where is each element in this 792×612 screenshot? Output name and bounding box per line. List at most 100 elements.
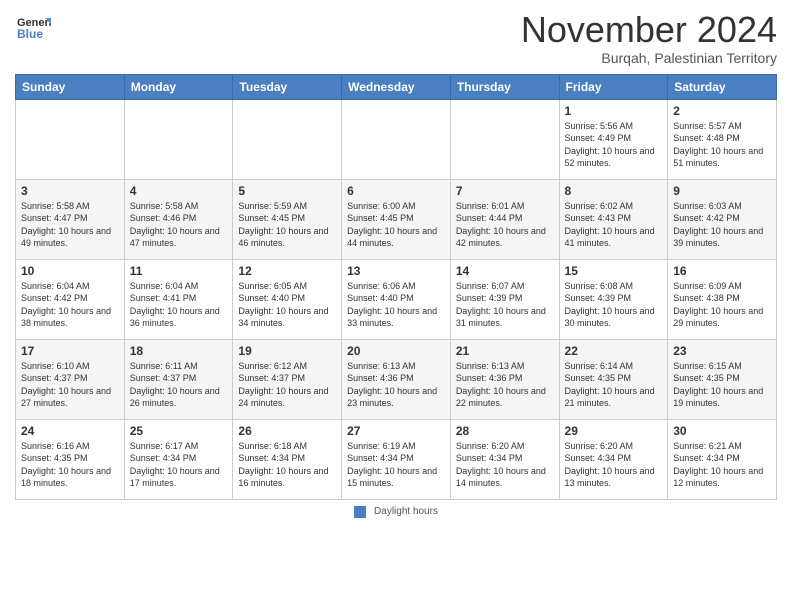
calendar-day-cell: 30Sunrise: 6:21 AM Sunset: 4:34 PM Dayli… (668, 419, 777, 499)
logo-svg: General Blue (15, 10, 51, 46)
day-number: 30 (673, 424, 771, 438)
day-info: Sunrise: 6:03 AM Sunset: 4:42 PM Dayligh… (673, 200, 771, 250)
calendar-day-cell: 1 Sunrise: 5:56 AM Sunset: 4:49 PM Daylig… (559, 99, 668, 179)
day-number: 20 (347, 344, 445, 358)
day-info: Sunrise: 6:14 AM Sunset: 4:35 PM Dayligh… (565, 360, 663, 410)
day-number: 7 (456, 184, 554, 198)
calendar-day-cell: 15 Sunrise: 6:08 AM Sunset: 4:39 PM Dayli… (559, 259, 668, 339)
calendar-week-row: 3Sunrise: 5:58 AM Sunset: 4:47 PM Daylig… (16, 179, 777, 259)
day-info: Sunrise: 6:17 AM Sunset: 4:34 PM Dayligh… (130, 440, 228, 490)
header: General Blue November 2024 Burqah, Pales… (15, 10, 777, 66)
page-container: General Blue November 2024 Burqah, Pales… (0, 0, 792, 528)
day-number: 15 (565, 264, 663, 278)
weekday-header-cell: Sunday (16, 74, 125, 99)
day-number: 5 (238, 184, 336, 198)
calendar-day-cell: 18 Sunrise: 6:11 AM Sunset: 4:37 PM Dayli… (124, 339, 233, 419)
day-info: Sunrise: 6:13 AM Sunset: 4:36 PM Dayligh… (347, 360, 445, 410)
calendar-day-cell: 27Sunrise: 6:19 AM Sunset: 4:34 PM Dayli… (342, 419, 451, 499)
day-number: 9 (673, 184, 771, 198)
weekday-header-cell: Wednesday (342, 74, 451, 99)
calendar-day-cell: 9 Sunrise: 6:03 AM Sunset: 4:42 PM Daylig… (668, 179, 777, 259)
calendar-day-cell: 20 Sunrise: 6:13 AM Sunset: 4:36 PM Dayli… (342, 339, 451, 419)
weekday-header-cell: Monday (124, 74, 233, 99)
calendar-day-cell (450, 99, 559, 179)
legend-label: Daylight hours (374, 506, 438, 517)
day-info: Sunrise: 5:59 AM Sunset: 4:45 PM Dayligh… (238, 200, 336, 250)
day-info: Sunrise: 6:00 AM Sunset: 4:45 PM Dayligh… (347, 200, 445, 250)
day-info: Sunrise: 6:10 AM Sunset: 4:37 PM Dayligh… (21, 360, 119, 410)
day-number: 29 (565, 424, 663, 438)
day-number: 12 (238, 264, 336, 278)
footer: Daylight hours (15, 506, 777, 518)
logo: General Blue (15, 10, 51, 46)
calendar-day-cell (16, 99, 125, 179)
calendar-week-row: 1 Sunrise: 5:56 AM Sunset: 4:49 PM Daylig… (16, 99, 777, 179)
weekday-header-row: SundayMondayTuesdayWednesdayThursdayFrid… (16, 74, 777, 99)
title-block: November 2024 Burqah, Palestinian Territ… (521, 10, 777, 66)
calendar-day-cell: 5 Sunrise: 5:59 AM Sunset: 4:45 PM Daylig… (233, 179, 342, 259)
calendar-day-cell: 24 Sunrise: 6:16 AM Sunset: 4:35 PM Dayli… (16, 419, 125, 499)
calendar-day-cell: 7 Sunrise: 6:01 AM Sunset: 4:44 PM Daylig… (450, 179, 559, 259)
calendar-day-cell: 22 Sunrise: 6:14 AM Sunset: 4:35 PM Dayli… (559, 339, 668, 419)
calendar-day-cell: 25Sunrise: 6:17 AM Sunset: 4:34 PM Dayli… (124, 419, 233, 499)
day-info: Sunrise: 6:07 AM Sunset: 4:39 PM Dayligh… (456, 280, 554, 330)
day-number: 14 (456, 264, 554, 278)
calendar-day-cell: 12 Sunrise: 6:05 AM Sunset: 4:40 PM Dayli… (233, 259, 342, 339)
day-number: 4 (130, 184, 228, 198)
day-number: 10 (21, 264, 119, 278)
day-number: 26 (238, 424, 336, 438)
day-info: Sunrise: 6:20 AM Sunset: 4:34 PM Dayligh… (565, 440, 663, 490)
day-number: 11 (130, 264, 228, 278)
calendar-day-cell: 16Sunrise: 6:09 AM Sunset: 4:38 PM Dayli… (668, 259, 777, 339)
day-info: Sunrise: 6:05 AM Sunset: 4:40 PM Dayligh… (238, 280, 336, 330)
calendar-day-cell: 14 Sunrise: 6:07 AM Sunset: 4:39 PM Dayli… (450, 259, 559, 339)
day-number: 27 (347, 424, 445, 438)
day-info: Sunrise: 6:02 AM Sunset: 4:43 PM Dayligh… (565, 200, 663, 250)
day-info: Sunrise: 6:06 AM Sunset: 4:40 PM Dayligh… (347, 280, 445, 330)
day-number: 1 (565, 104, 663, 118)
svg-text:Blue: Blue (17, 27, 43, 41)
calendar-day-cell (233, 99, 342, 179)
day-info: Sunrise: 6:08 AM Sunset: 4:39 PM Dayligh… (565, 280, 663, 330)
calendar-day-cell: 29 Sunrise: 6:20 AM Sunset: 4:34 PM Dayli… (559, 419, 668, 499)
calendar-week-row: 10 Sunrise: 6:04 AM Sunset: 4:42 PM Dayli… (16, 259, 777, 339)
day-info: Sunrise: 6:01 AM Sunset: 4:44 PM Dayligh… (456, 200, 554, 250)
calendar-day-cell: 21Sunrise: 6:13 AM Sunset: 4:36 PM Dayli… (450, 339, 559, 419)
calendar-day-cell: 4 Sunrise: 5:58 AM Sunset: 4:46 PM Daylig… (124, 179, 233, 259)
calendar-day-cell (342, 99, 451, 179)
day-info: Sunrise: 6:04 AM Sunset: 4:42 PM Dayligh… (21, 280, 119, 330)
calendar-day-cell: 28Sunrise: 6:20 AM Sunset: 4:34 PM Dayli… (450, 419, 559, 499)
calendar-header: SundayMondayTuesdayWednesdayThursdayFrid… (16, 74, 777, 99)
day-info: Sunrise: 6:15 AM Sunset: 4:35 PM Dayligh… (673, 360, 771, 410)
day-info: Sunrise: 6:04 AM Sunset: 4:41 PM Dayligh… (130, 280, 228, 330)
calendar-day-cell: 11 Sunrise: 6:04 AM Sunset: 4:41 PM Dayli… (124, 259, 233, 339)
day-info: Sunrise: 6:12 AM Sunset: 4:37 PM Dayligh… (238, 360, 336, 410)
calendar-day-cell: 26 Sunrise: 6:18 AM Sunset: 4:34 PM Dayli… (233, 419, 342, 499)
calendar-day-cell: 17 Sunrise: 6:10 AM Sunset: 4:37 PM Dayli… (16, 339, 125, 419)
month-title: November 2024 (521, 10, 777, 50)
day-info: Sunrise: 6:16 AM Sunset: 4:35 PM Dayligh… (21, 440, 119, 490)
calendar-body: 1 Sunrise: 5:56 AM Sunset: 4:49 PM Daylig… (16, 99, 777, 499)
day-number: 17 (21, 344, 119, 358)
day-info: Sunrise: 6:11 AM Sunset: 4:37 PM Dayligh… (130, 360, 228, 410)
day-info: Sunrise: 5:56 AM Sunset: 4:49 PM Dayligh… (565, 120, 663, 170)
day-number: 22 (565, 344, 663, 358)
calendar-day-cell: 10 Sunrise: 6:04 AM Sunset: 4:42 PM Dayli… (16, 259, 125, 339)
calendar-day-cell: 23 Sunrise: 6:15 AM Sunset: 4:35 PM Dayli… (668, 339, 777, 419)
day-number: 19 (238, 344, 336, 358)
day-info: Sunrise: 5:58 AM Sunset: 4:46 PM Dayligh… (130, 200, 228, 250)
calendar-day-cell (124, 99, 233, 179)
day-info: Sunrise: 6:18 AM Sunset: 4:34 PM Dayligh… (238, 440, 336, 490)
day-number: 24 (21, 424, 119, 438)
day-number: 13 (347, 264, 445, 278)
legend-color-box (354, 506, 366, 518)
weekday-header-cell: Thursday (450, 74, 559, 99)
day-info: Sunrise: 6:13 AM Sunset: 4:36 PM Dayligh… (456, 360, 554, 410)
day-info: Sunrise: 6:09 AM Sunset: 4:38 PM Dayligh… (673, 280, 771, 330)
day-info: Sunrise: 6:20 AM Sunset: 4:34 PM Dayligh… (456, 440, 554, 490)
day-number: 18 (130, 344, 228, 358)
day-number: 2 (673, 104, 771, 118)
day-number: 23 (673, 344, 771, 358)
weekday-header-cell: Saturday (668, 74, 777, 99)
calendar-week-row: 24 Sunrise: 6:16 AM Sunset: 4:35 PM Dayli… (16, 419, 777, 499)
